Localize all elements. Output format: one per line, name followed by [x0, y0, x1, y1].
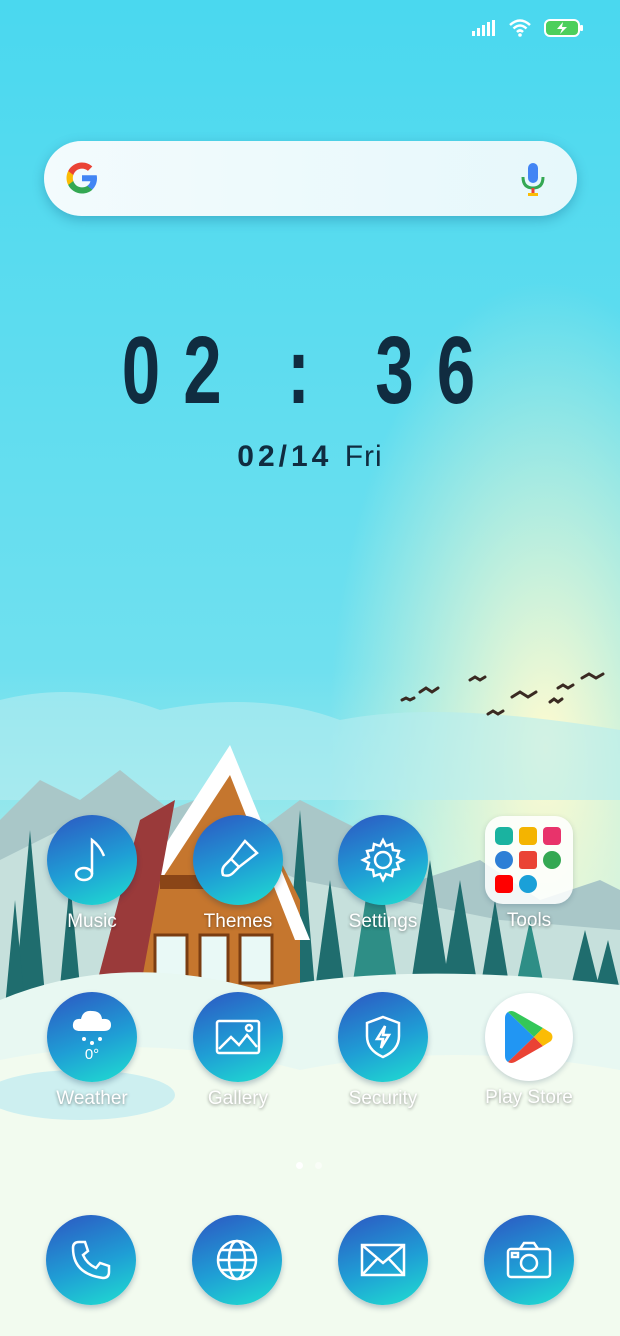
app-label: Music [67, 911, 117, 932]
camera-icon [506, 1241, 552, 1279]
phone-icon [71, 1240, 111, 1280]
page-dot-active[interactable] [296, 1162, 303, 1169]
google-g-icon [66, 162, 97, 194]
cloud-snow-icon [72, 1010, 111, 1045]
play-store-icon [505, 1011, 553, 1063]
app-themes[interactable]: Themes [168, 815, 308, 933]
music-note-icon [74, 837, 106, 882]
dock-camera[interactable] [484, 1215, 574, 1305]
signal-bars-icon [472, 20, 495, 36]
app-music[interactable]: Music [22, 815, 162, 933]
app-settings[interactable]: Settings [313, 815, 453, 933]
app-label: Gallery [207, 1088, 269, 1109]
app-label: Play Store [485, 1087, 573, 1108]
dock-messages[interactable] [338, 1215, 428, 1305]
app-label: Weather [56, 1088, 128, 1109]
status-bar [472, 14, 584, 42]
shield-bolt-icon [365, 1015, 401, 1059]
app-folder-tools[interactable]: Tools [459, 815, 599, 932]
dock-browser[interactable] [192, 1215, 282, 1305]
page-indicator[interactable] [296, 1162, 322, 1169]
paintbrush-icon [221, 839, 259, 877]
app-weather[interactable]: 0° Weather [22, 992, 162, 1110]
image-icon [215, 1019, 261, 1055]
app-gallery[interactable]: Gallery [168, 992, 308, 1110]
folder-icon [485, 816, 573, 904]
battery-charging-icon [544, 19, 583, 37]
app-play-store[interactable]: Play Store [459, 992, 599, 1109]
gear-icon [360, 837, 406, 883]
page-dot[interactable] [315, 1162, 322, 1169]
clock-time[interactable]: 02 : 36 [87, 316, 533, 426]
dock-phone[interactable] [46, 1215, 136, 1305]
clock-date[interactable]: 02/14 Fri [0, 440, 620, 474]
app-label: Security [348, 1088, 418, 1109]
envelope-icon [360, 1243, 406, 1277]
app-security[interactable]: Security [313, 992, 453, 1110]
app-label: Themes [203, 911, 273, 932]
app-label: Settings [348, 911, 418, 932]
weather-temperature: 0° [84, 1046, 100, 1063]
microphone-icon[interactable] [520, 161, 546, 197]
app-label: Tools [506, 910, 552, 931]
google-search-bar[interactable] [44, 141, 577, 216]
globe-icon [216, 1239, 258, 1281]
wifi-icon [509, 19, 531, 37]
date-number: 02/14 [237, 440, 333, 473]
day-of-week: Fri [344, 440, 383, 473]
